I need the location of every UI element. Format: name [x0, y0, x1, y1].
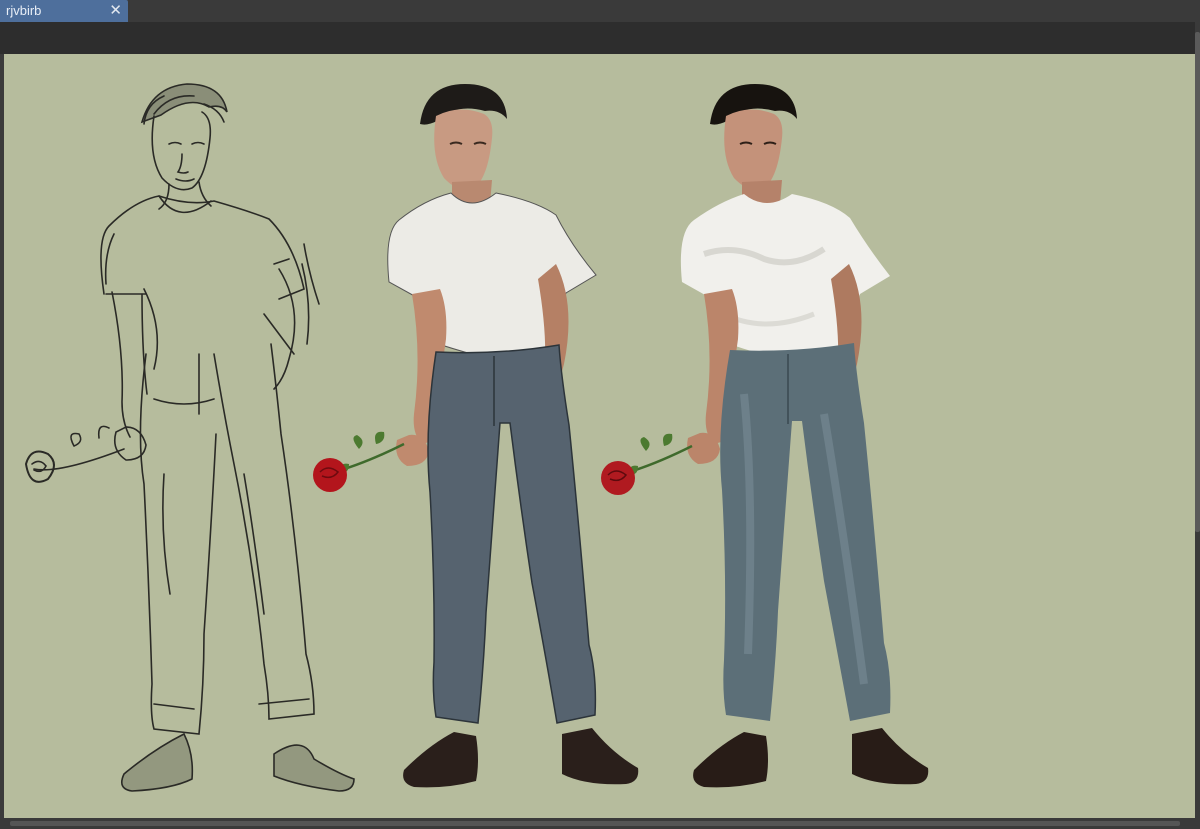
drawing-canvas[interactable] [4, 54, 1195, 818]
sketch-figure [24, 83, 355, 792]
document-tab-bar: rjvbirb ✕ [0, 0, 1200, 22]
document-tab[interactable]: rjvbirb ✕ [0, 0, 128, 22]
horizontal-scrollbar[interactable] [0, 818, 1200, 829]
rendered-figure [601, 84, 929, 788]
vertical-scroll-thumb[interactable] [1195, 32, 1200, 532]
horizontal-scroll-thumb[interactable] [10, 821, 1180, 826]
close-icon[interactable]: ✕ [109, 1, 122, 19]
toolbar [0, 22, 1200, 54]
document-tab-title: rjvbirb [6, 3, 42, 18]
flat-color-figure [313, 84, 639, 788]
vertical-scrollbar[interactable] [1195, 22, 1200, 818]
artwork [24, 83, 929, 792]
